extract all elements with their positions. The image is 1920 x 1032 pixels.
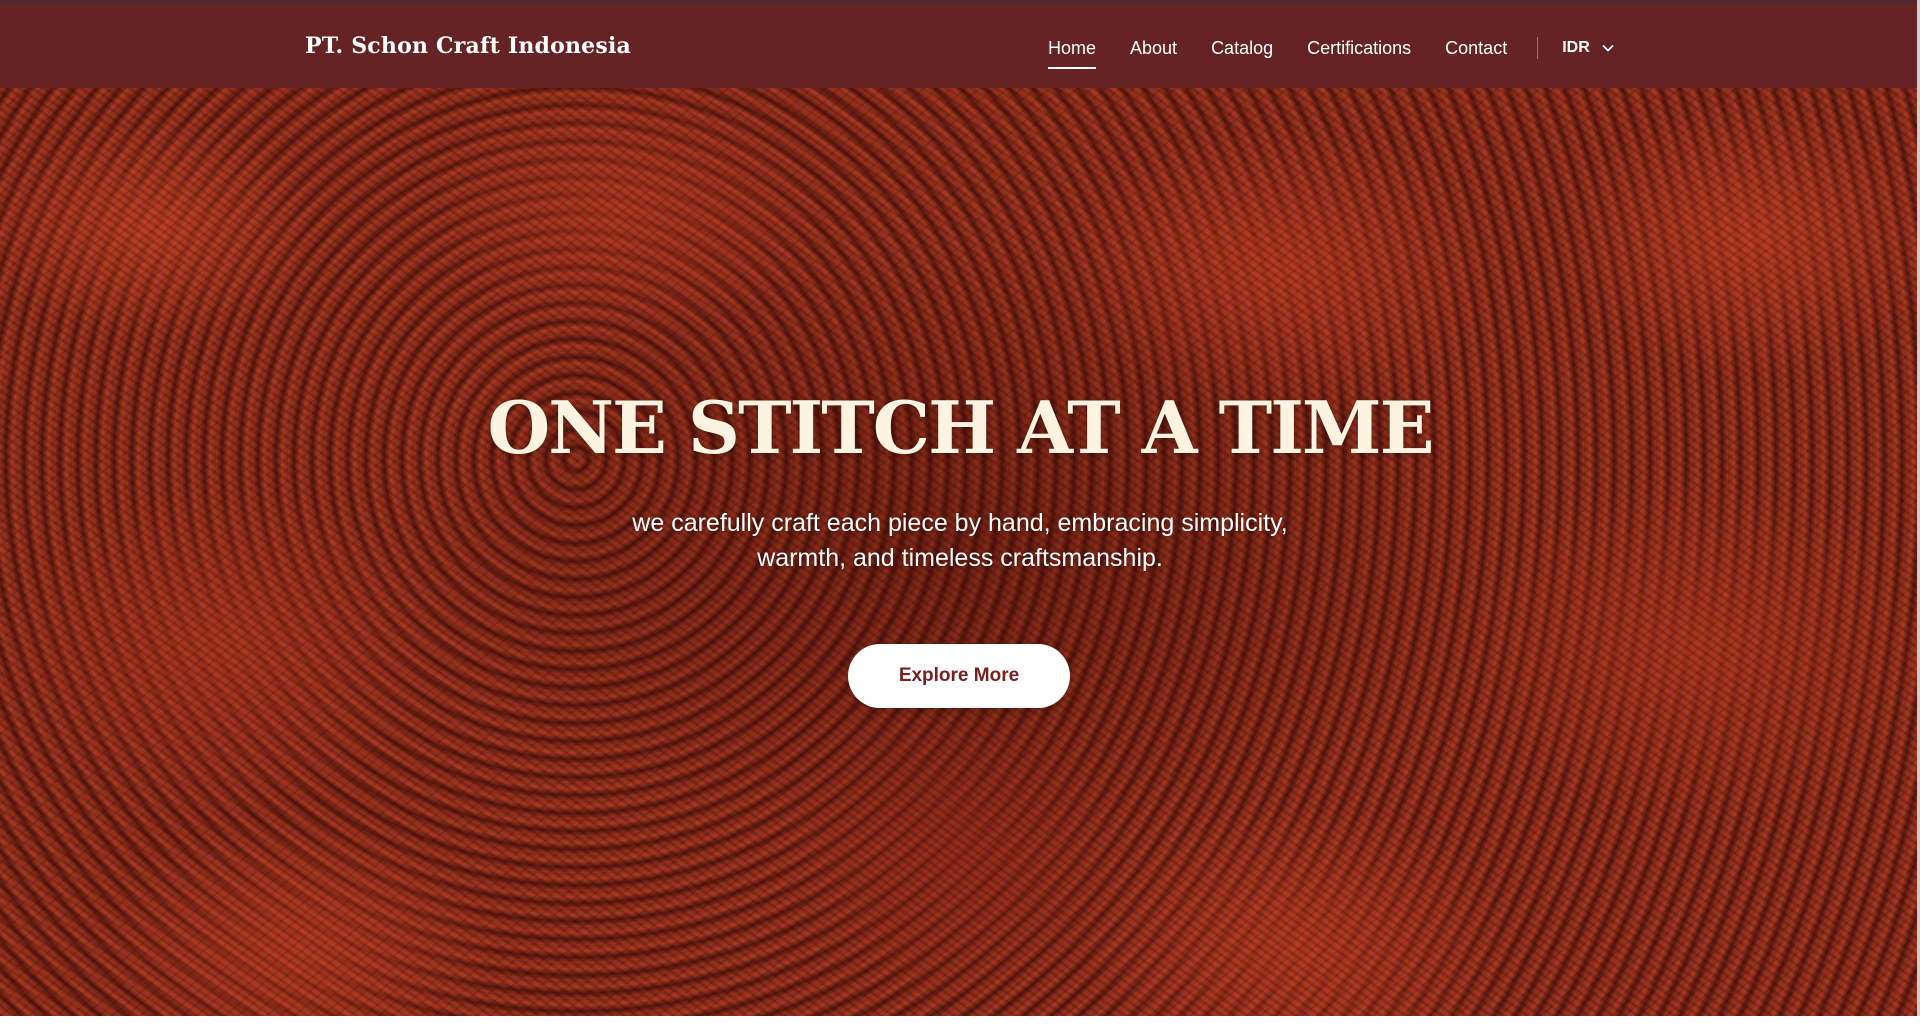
nav-catalog-link[interactable]: Catalog [1211,31,1273,65]
chevron-down-icon [1602,45,1614,52]
hero-subtitle-line-1: we carefully craft each piece by hand, e… [632,509,1288,537]
site-header: PT. Schon Craft Indonesia Home About Cat… [0,0,1920,88]
hero-subtitle-line-2: warmth, and timeless craftsmanship. [757,544,1163,572]
nav-about-link[interactable]: About [1130,31,1177,65]
nav-divider [1537,37,1539,59]
currency-selector[interactable]: IDR [1562,31,1616,65]
hero-section: ONE STITCH AT A TIME we carefully craft … [0,88,1920,1016]
main-nav: Home About Catalog Certifications Contac… [1048,31,1616,69]
nav-contact-link[interactable]: Contact [1445,31,1507,65]
hero-subtitle: we carefully craft each piece by hand, e… [560,506,1360,576]
currency-label: IDR [1562,39,1590,56]
nav-home-link[interactable]: Home [1048,31,1097,69]
nav-certifications-link[interactable]: Certifications [1307,31,1411,65]
brand-logo-text[interactable]: PT. Schon Craft Indonesia [305,29,631,63]
hero-title: ONE STITCH AT A TIME [487,385,1434,470]
page-below-fold [0,1016,1920,1032]
explore-more-button[interactable]: Explore More [848,644,1070,708]
page: PT. Schon Craft Indonesia Home About Cat… [0,0,1920,1032]
